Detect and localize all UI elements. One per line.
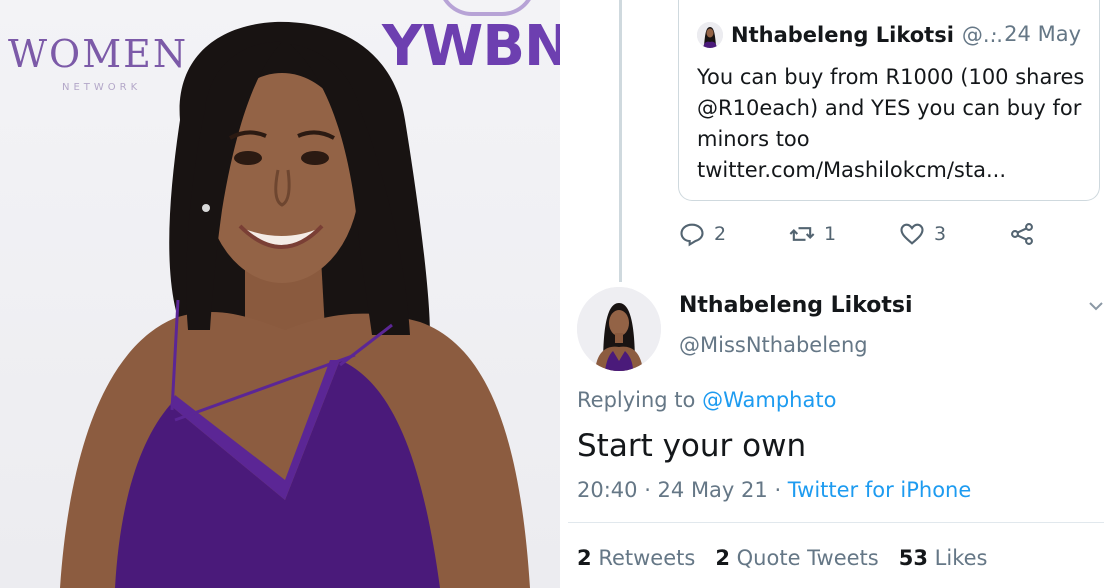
reply-icon — [680, 223, 704, 247]
replying-to: Replying to @Wamphato — [577, 388, 836, 412]
retweet-count: 1 — [824, 223, 837, 245]
thread-line — [619, 0, 622, 282]
likes-label: Likes — [934, 546, 988, 570]
stats-divider — [568, 522, 1104, 523]
quoted-tweet-card[interactable]: Nthabeleng Likotsi @... · 24 May You can… — [678, 0, 1100, 201]
replying-to-link[interactable]: @Wamphato — [702, 388, 836, 412]
retweet-button[interactable]: 1 — [788, 220, 898, 248]
retweets-stat[interactable]: 2 Retweets — [577, 546, 695, 570]
tweet-meta: 20:40 · 24 May 21 · Twitter for iPhone — [577, 478, 971, 502]
like-icon — [900, 223, 924, 245]
quote-tweets-count: 2 — [715, 546, 730, 570]
share-button[interactable] — [1008, 220, 1044, 248]
like-count: 3 — [934, 223, 947, 245]
tweet-panel: Nthabeleng Likotsi @... · 24 May You can… — [568, 0, 1120, 588]
quoted-tweet-actions: 2 1 3 — [678, 218, 1044, 250]
like-button[interactable]: 3 — [898, 220, 1008, 248]
retweet-icon — [789, 227, 815, 241]
tweet-stats: 2 Retweets 2 Quote Tweets 53 Likes — [577, 546, 987, 570]
reply-count: 2 — [714, 223, 727, 245]
reply-button[interactable]: 2 — [678, 220, 788, 248]
quoted-avatar[interactable] — [697, 22, 723, 48]
tweet-source-link[interactable]: Twitter for iPhone — [788, 478, 972, 502]
quote-tweets-stat[interactable]: 2 Quote Tweets — [715, 546, 878, 570]
replying-prefix: Replying to — [577, 388, 696, 412]
retweets-count: 2 — [577, 546, 592, 570]
share-icon — [1011, 223, 1033, 245]
panel-divider — [560, 0, 568, 588]
quoted-author-name[interactable]: Nthabeleng Likotsi — [731, 23, 954, 47]
quoted-tweet-header: Nthabeleng Likotsi @... — [697, 20, 1003, 50]
likes-count: 53 — [898, 546, 928, 570]
likes-stat[interactable]: 53 Likes — [899, 546, 988, 570]
quoted-tweet-text: You can buy from R1000 (100 shares @R10e… — [697, 65, 1085, 182]
retweets-label: Retweets — [598, 546, 696, 570]
woman-portrait — [60, 21, 530, 588]
tweet-text: Start your own — [577, 428, 807, 464]
author-name[interactable]: Nthabeleng Likotsi — [679, 293, 913, 318]
tweet-timestamp[interactable]: 20:40 · 24 May 21 — [577, 478, 768, 502]
quoted-tweet-date[interactable]: · 24 May — [991, 22, 1081, 46]
quote-tweets-label: Quote Tweets — [736, 546, 879, 570]
author-avatar[interactable] — [577, 287, 661, 371]
meta-separator: · — [767, 478, 788, 502]
chevron-down-icon[interactable] — [1086, 296, 1106, 316]
author-handle[interactable]: @MissNthabeleng — [679, 333, 868, 357]
profile-photo: WOMEN NETWORK YWBN — [0, 0, 560, 588]
